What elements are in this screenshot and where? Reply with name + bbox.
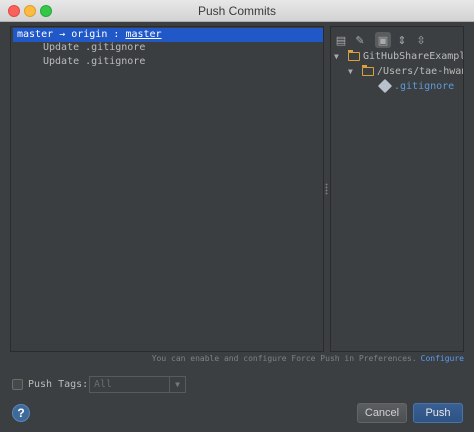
module-folder-icon	[348, 49, 360, 61]
tree-root[interactable]: ▼ GitHubShareExample2	[334, 49, 463, 63]
tree-folder[interactable]: ▼ /Users/tae-hwan/	[348, 64, 464, 78]
tree-file[interactable]: .gitignore	[377, 78, 455, 94]
tags-select-value: All	[94, 379, 113, 390]
branch-separator: :	[113, 29, 120, 40]
tree-file-label: .gitignore	[394, 80, 455, 92]
remote-name: origin	[71, 29, 108, 40]
local-branch: master	[17, 29, 54, 40]
expand-all-icon[interactable]: ⇕	[394, 32, 410, 48]
edit-source-icon[interactable]: ✎	[352, 32, 368, 48]
tree-folder-label: /Users/tae-hwan/	[377, 65, 464, 77]
folder-icon	[362, 64, 374, 76]
hint-text: You can enable and configure Force Push …	[151, 354, 417, 363]
group-by-icon[interactable]: ▤	[333, 32, 349, 48]
commit-list-panel: master → origin : master Update .gitigno…	[10, 26, 324, 352]
push-tags-label: Push Tags:	[28, 378, 89, 390]
cancel-button[interactable]: Cancel	[357, 403, 407, 423]
push-tags-checkbox[interactable]	[12, 378, 23, 390]
configure-link[interactable]: Configure	[421, 354, 464, 363]
help-button[interactable]: ?	[12, 404, 30, 422]
chevron-down-icon[interactable]: ▼	[348, 67, 358, 76]
collapse-all-icon[interactable]: ⇳	[413, 32, 429, 48]
window-title: Push Commits	[197, 4, 277, 18]
commit-branch-header[interactable]: master → origin : master	[13, 28, 323, 42]
git-file-icon	[377, 78, 393, 94]
title-bar: Push Commits	[0, 0, 474, 22]
force-push-hint: You can enable and configure Force Push …	[152, 354, 464, 363]
dropdown-arrow-icon[interactable]: ▼	[169, 377, 185, 392]
commit-item[interactable]: Update .gitignore	[43, 42, 145, 53]
show-directories-icon[interactable]: ▣	[375, 32, 391, 48]
push-button[interactable]: Push	[413, 403, 463, 423]
chevron-down-icon[interactable]: ▼	[334, 52, 344, 61]
tags-select[interactable]: All ▼	[89, 376, 186, 393]
commit-item[interactable]: Update .gitignore	[43, 56, 145, 67]
changed-files-panel: ▤ ✎ ▣ ⇕ ⇳ ▼ GitHubShareExample2 ▼ /Users…	[330, 26, 464, 352]
arrow-icon: →	[59, 29, 66, 40]
remote-branch-link[interactable]: master	[125, 29, 161, 40]
splitter-grip-icon	[325, 183, 328, 195]
tree-root-label: GitHubShareExample2	[363, 50, 463, 62]
push-tags-option[interactable]: Push Tags:	[12, 375, 88, 393]
